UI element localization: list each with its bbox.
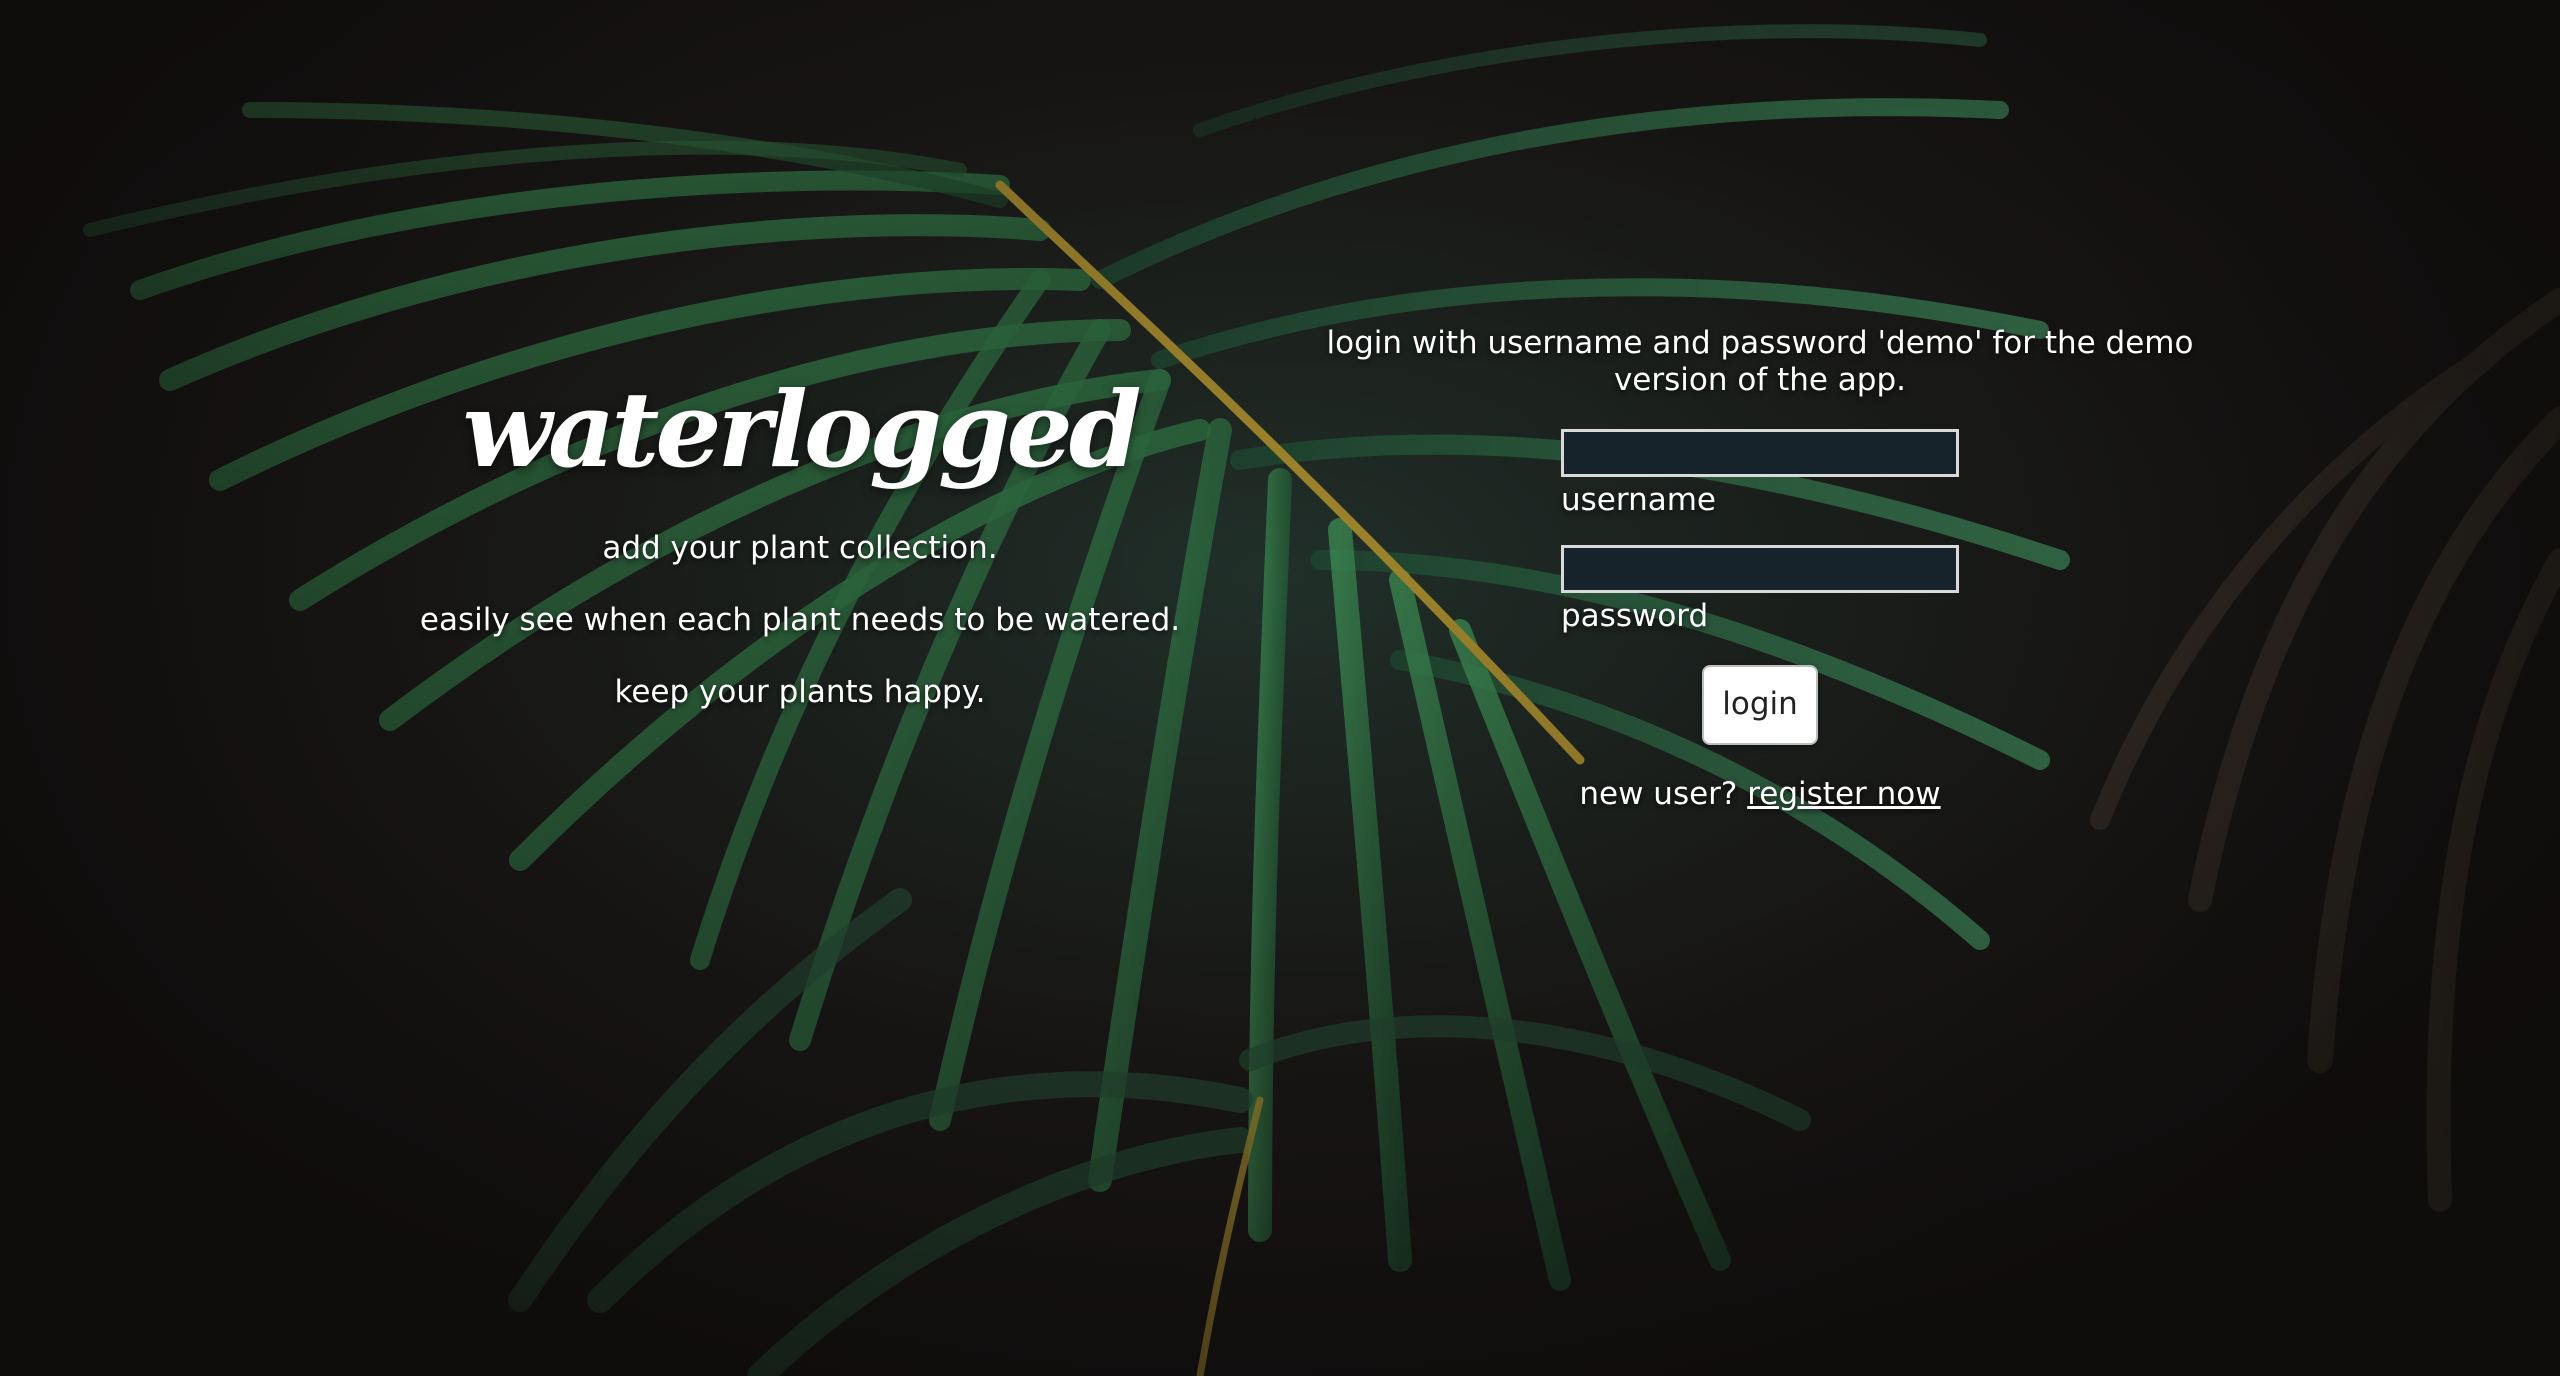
tagline-happy: keep your plants happy.	[614, 674, 986, 710]
username-field-group: username	[1561, 429, 1959, 519]
intro-section: waterlogged add your plant collection. e…	[400, 370, 1200, 746]
new-user-text: new user?	[1579, 776, 1738, 812]
password-label: password	[1561, 598, 1709, 634]
username-label: username	[1561, 482, 1716, 518]
tagline-watering: easily see when each plant needs to be w…	[419, 602, 1181, 638]
password-field-group: password	[1561, 545, 1959, 635]
tagline-collection: add your plant collection.	[602, 530, 998, 566]
register-prompt: new user? register now	[1310, 775, 2210, 813]
password-input[interactable]	[1561, 545, 1959, 593]
login-page: waterlogged add your plant collection. e…	[0, 0, 2560, 1376]
login-form: login with username and password 'demo' …	[1310, 325, 2210, 813]
app-logo[interactable]: waterlogged	[400, 370, 1200, 490]
username-input[interactable]	[1561, 429, 1959, 477]
login-button[interactable]: login	[1702, 665, 1818, 745]
demo-login-hint: login with username and password 'demo' …	[1326, 325, 2194, 398]
register-link[interactable]: register now	[1747, 776, 1940, 812]
